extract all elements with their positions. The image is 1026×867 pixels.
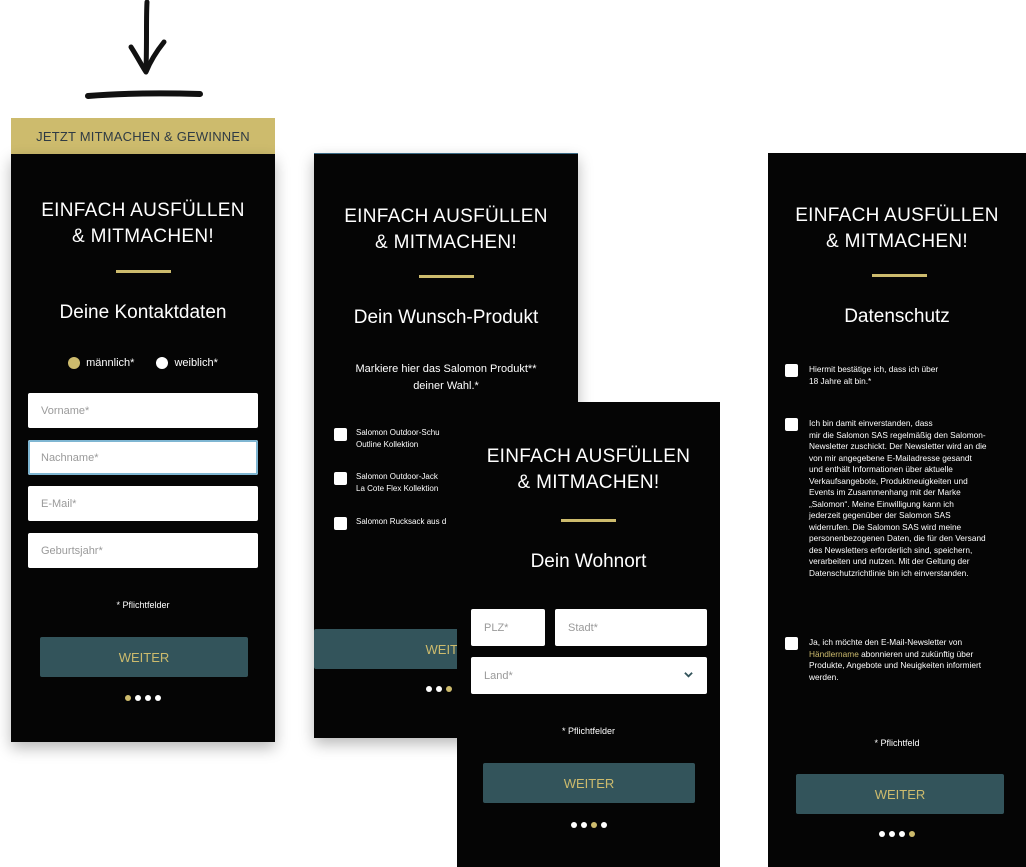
required-note: * Pflichtfelder (561, 726, 616, 736)
age-confirm-option[interactable]: Hiermit bestätige ich, dass ich über 18 J… (785, 364, 1015, 387)
form-step-contact: EINFACH AUSFÜLLEN & MITMACHEN! Deine Kont… (11, 154, 275, 742)
step-title: Dein Wohnort (530, 551, 647, 572)
radio-male[interactable]: männlich* (68, 357, 134, 369)
gold-divider (561, 519, 616, 522)
progress-dot (125, 695, 131, 701)
checkbox-icon[interactable] (334, 517, 347, 530)
required-note: * Pflichtfeld (874, 738, 920, 748)
progress-dot (889, 831, 895, 837)
step-title: Deine Kontaktdaten (59, 302, 227, 323)
next-button[interactable]: WEITER (483, 763, 695, 803)
step-title: Datenschutz (844, 306, 950, 327)
progress-dot (436, 686, 442, 692)
next-button[interactable]: WEITER (40, 637, 248, 677)
newsletter-consent-option[interactable]: Ich bin damit einverstanden, dass mir die… (785, 418, 1015, 579)
gold-divider (116, 270, 171, 273)
form-heading: EINFACH AUSFÜLLEN & MITMACHEN! (486, 446, 691, 493)
progress-dot (145, 695, 151, 701)
progress-dot (909, 831, 915, 837)
next-button[interactable]: WEITER (796, 774, 1004, 814)
progress-dot (590, 822, 597, 828)
product-option-jacket[interactable]: Salomon Outdoor-Jack La Cote Flex Kollekt… (334, 471, 438, 495)
contest-tab[interactable]: JETZT MITMACHEN & GEWINNEN (11, 118, 275, 154)
form-step-privacy: EINFACH AUSFÜLLEN & MITMACHEN! Datenschut… (768, 153, 1026, 867)
progress-dot (879, 831, 885, 837)
required-note: * Pflichtfelder (116, 600, 170, 610)
radio-selected-icon (68, 357, 81, 369)
form-heading: EINFACH AUSFÜLLEN & MITMACHEN! (795, 205, 999, 252)
city-input[interactable]: Stadt* (555, 609, 707, 646)
progress-dot (570, 822, 577, 828)
form-heading: EINFACH AUSFÜLLEN & MITMACHEN! (344, 206, 548, 253)
form-heading: EINFACH AUSFÜLLEN & MITMACHEN! (41, 200, 245, 247)
progress-dot (155, 695, 161, 701)
gold-divider (419, 275, 474, 278)
radio-unselected-icon (156, 357, 169, 369)
gold-divider (872, 274, 927, 277)
progress-dot (426, 686, 432, 692)
checkbox-icon[interactable] (785, 364, 798, 377)
progress-dot (600, 822, 607, 828)
gender-radio-group: männlich* weiblich* (11, 357, 275, 369)
checkbox-icon[interactable] (334, 472, 347, 485)
retailer-newsletter-option[interactable]: Ja, ich möchte den E-Mail-Newsletter von… (785, 637, 1015, 683)
form-step-location: EINFACH AUSFÜLLEN & MITMACHEN! Dein Wohno… (457, 402, 720, 867)
next-button[interactable]: WEIT (314, 629, 464, 669)
progress-dot (899, 831, 905, 837)
product-option-backpack[interactable]: Salomon Rucksack aus d (334, 516, 446, 530)
checkbox-icon[interactable] (334, 428, 347, 441)
lastname-input[interactable]: Nachname* (28, 440, 258, 475)
step-progress-dots (426, 686, 452, 692)
chevron-down-icon (684, 672, 693, 678)
zip-input[interactable]: PLZ* (471, 609, 545, 646)
checkbox-icon[interactable] (785, 637, 798, 650)
progress-dot (135, 695, 141, 701)
country-select[interactable]: Land* (471, 657, 707, 694)
radio-female[interactable]: weiblich* (156, 357, 218, 369)
checkbox-icon[interactable] (785, 418, 798, 431)
email-input[interactable]: E-Mail* (28, 486, 258, 521)
step-progress-dots (11, 695, 275, 701)
step-progress-dots (768, 831, 1026, 837)
product-instruction: Markiere hier das Salomon Produkt** deine… (355, 363, 537, 392)
step-progress-dots (457, 822, 720, 828)
step-title: Dein Wunsch-Produkt (353, 307, 539, 328)
progress-dot (446, 686, 452, 692)
down-arrow-icon (85, 0, 203, 99)
birthyear-input[interactable]: Geburtsjahr* (28, 533, 258, 568)
retailer-name-link[interactable]: Händlername (809, 649, 859, 659)
product-option-shoes[interactable]: Salomon Outdoor-Schu Outline Kollektion (334, 427, 440, 451)
progress-dot (580, 822, 587, 828)
firstname-input[interactable]: Vorname* (28, 393, 258, 428)
